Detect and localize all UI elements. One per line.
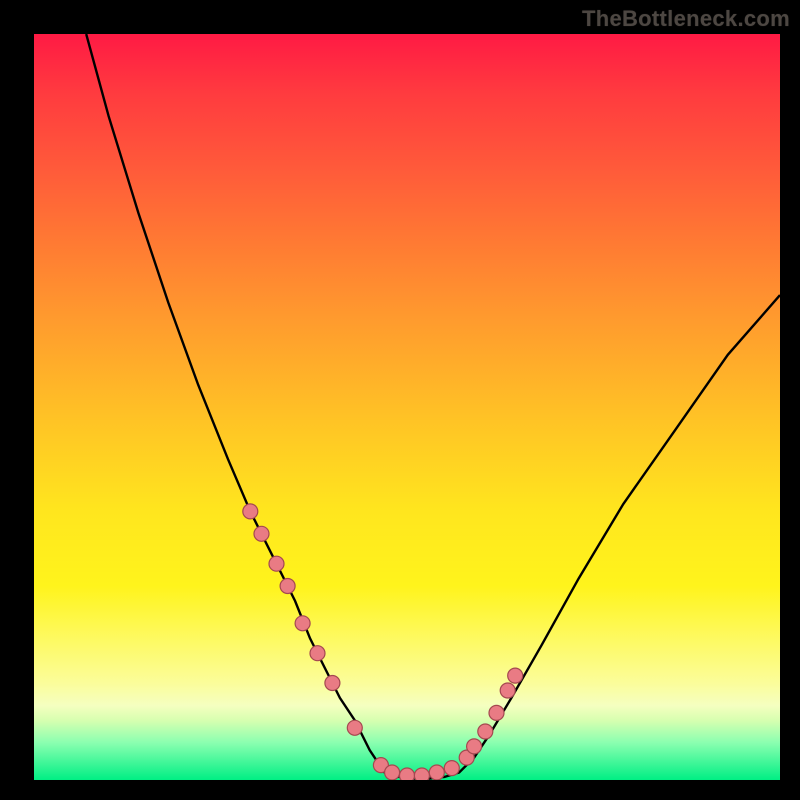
data-point	[429, 765, 444, 780]
bottleneck-curve	[86, 34, 780, 779]
marker-group	[243, 504, 523, 780]
data-point	[385, 765, 400, 780]
watermark-text: TheBottleneck.com	[582, 6, 790, 32]
data-point	[478, 724, 493, 739]
data-point	[414, 768, 429, 780]
outer-frame: TheBottleneck.com	[0, 0, 800, 800]
data-point	[280, 579, 295, 594]
data-point	[254, 526, 269, 541]
data-point	[325, 676, 340, 691]
data-point	[295, 616, 310, 631]
chart-svg	[34, 34, 780, 780]
data-point	[269, 556, 284, 571]
data-point	[489, 705, 504, 720]
data-point	[400, 768, 415, 780]
data-point	[444, 761, 459, 776]
data-point	[508, 668, 523, 683]
data-point	[243, 504, 258, 519]
data-point	[467, 739, 482, 754]
data-point	[500, 683, 515, 698]
data-point	[347, 720, 362, 735]
data-point	[310, 646, 325, 661]
plot-area	[34, 34, 780, 780]
